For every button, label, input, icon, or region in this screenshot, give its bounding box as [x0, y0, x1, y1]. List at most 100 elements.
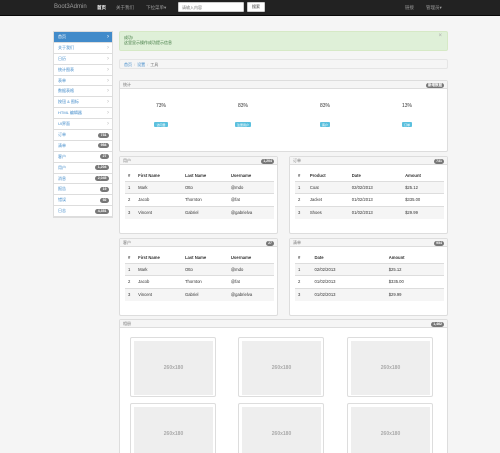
- table-cell: @mdo: [227, 262, 274, 276]
- sidebar-item[interactable]: 表单 ›: [54, 76, 112, 87]
- sidebar-item-label: 首页: [58, 34, 66, 39]
- sidebar-item[interactable]: 日志 4,351: [54, 206, 112, 218]
- thumbnail[interactable]: 260x180: [347, 337, 433, 397]
- sidebar-item[interactable]: 关于我们 ›: [54, 43, 112, 54]
- count-badge: 19: [100, 186, 109, 192]
- chevron-right-icon: ›: [107, 77, 109, 84]
- column-header: #: [125, 253, 136, 264]
- column-header: Date: [311, 253, 386, 264]
- count-badge: 2,045: [95, 176, 109, 182]
- lists-panel: 清单 954 # Date Amount 1 02/02/2013 $25.12 2 01/02…: [289, 238, 448, 316]
- thumbnail[interactable]: 260x180: [238, 337, 324, 397]
- panel-title: 订单: [293, 158, 301, 163]
- nav-home[interactable]: 首页: [97, 5, 106, 11]
- customers-table: # First Name Last Name Username 1 Mark Otto @md…: [125, 253, 274, 301]
- table-row: 3 01/02/2013 $29.99: [295, 287, 444, 301]
- chevron-right-icon: ›: [107, 55, 109, 62]
- column-header: Product: [306, 171, 349, 182]
- count-badge: 731: [98, 132, 109, 138]
- sidebar-item[interactable]: 订单 731: [54, 130, 112, 141]
- search-button[interactable]: 搜索: [247, 2, 265, 12]
- column-header: Username: [227, 171, 274, 182]
- sidebar-item-label: 报告: [58, 186, 66, 192]
- table-cell: $25.12: [385, 262, 444, 276]
- table-cell: 02/02/2013: [348, 180, 403, 194]
- brand-logo[interactable]: Boot3Admin: [54, 4, 87, 10]
- sidebar-item[interactable]: 数据表格 ›: [54, 86, 112, 98]
- chevron-right-icon: ›: [107, 44, 109, 51]
- nav-about[interactable]: 关于我们: [116, 5, 134, 11]
- table-cell: Mark: [135, 180, 182, 194]
- table-cell: 3: [295, 287, 312, 301]
- sidebar-item[interactable]: 客户 27: [54, 152, 112, 163]
- status-badge: 731: [434, 158, 444, 164]
- panel-title: 相册: [123, 321, 131, 326]
- table-cell: Jacket: [306, 193, 349, 206]
- sidebar: 首页 › 关于我们 › 日历 › 统计图表 › 表单 › 数据表格 › 按钮 & 图标 › HTML 编辑器…: [53, 31, 113, 219]
- nav-admin-dropdown[interactable]: 管理员▾: [426, 5, 442, 11]
- thumbnail[interactable]: 260x180: [130, 403, 216, 453]
- chevron-right-icon: ›: [107, 110, 109, 117]
- table-cell: Mark: [135, 262, 182, 276]
- table-row: 1 Mark Otto @mdo: [125, 180, 274, 194]
- sidebar-item[interactable]: 首页 ›: [54, 32, 112, 43]
- table-cell: Otto: [181, 180, 228, 194]
- sidebar-item[interactable]: 日历 ›: [54, 54, 112, 65]
- status-badge: 新增数据: [426, 82, 444, 88]
- search-input[interactable]: [178, 2, 244, 12]
- sidebar-item-label: 用户: [58, 164, 66, 170]
- nav-link[interactable]: 链接: [405, 5, 414, 11]
- thumbnail[interactable]: 260x180: [238, 403, 324, 453]
- stat-item: 83% 客户: [295, 103, 355, 128]
- table-cell: 02/02/2013: [311, 262, 386, 276]
- status-badge: 1,462: [431, 321, 444, 327]
- sidebar-item-label: 错误: [58, 197, 66, 203]
- table-row: 3 Shoes 01/02/2013 $29.99: [295, 205, 444, 219]
- close-icon[interactable]: ×: [438, 33, 442, 39]
- count-badge: 1,204: [95, 165, 109, 171]
- sidebar-item[interactable]: 按钮 & 图标 ›: [54, 97, 112, 109]
- thumbnail-image: 260x180: [134, 407, 213, 453]
- table-cell: Thornton: [181, 275, 228, 288]
- nav-dropdown[interactable]: 下拉菜单▾: [146, 5, 166, 11]
- table-cell: $25.12: [402, 180, 444, 194]
- thumbnail[interactable]: 260x180: [130, 337, 216, 397]
- sidebar-item[interactable]: 报告 19: [54, 184, 112, 196]
- users-table: # First Name Last Name Username 1 Mark Otto @md…: [125, 171, 274, 219]
- count-badge: 4,351: [95, 208, 109, 214]
- table-row: 2 Jacket 01/02/2013 $335.00: [295, 193, 444, 206]
- breadcrumb-library[interactable]: 设置: [137, 62, 145, 67]
- sidebar-item[interactable]: UI界面 ›: [54, 119, 112, 131]
- table-cell: 01/02/2013: [348, 193, 403, 206]
- sidebar-item[interactable]: 统计图表 ›: [54, 65, 112, 76]
- sidebar-item[interactable]: 错误 92: [54, 195, 112, 207]
- sidebar-item[interactable]: 用户 1,204: [54, 163, 112, 174]
- orders-table: # Product Date Amount 1 Coat 02/02/2013 $25.12 2…: [295, 171, 444, 219]
- column-header: #: [295, 171, 307, 182]
- sidebar-item[interactable]: HTML 编辑器 ›: [54, 108, 112, 120]
- table-cell: Vincent: [135, 287, 182, 301]
- sidebar-item-label: 客户: [58, 153, 66, 159]
- sidebar-item-label: 消息: [58, 175, 66, 181]
- sidebar-item[interactable]: 清单 954: [54, 141, 112, 152]
- sidebar-item-label: 日志: [58, 208, 66, 214]
- stat-value: 13%: [401, 103, 412, 109]
- sidebar-item-label: 表单: [58, 77, 66, 83]
- stat-label: 注册用户: [234, 122, 251, 127]
- count-badge: 27: [100, 154, 109, 160]
- sidebar-item-label: HTML 编辑器: [58, 110, 82, 116]
- column-header: Amount: [402, 171, 444, 182]
- status-badge: 954: [434, 240, 444, 246]
- chevron-right-icon: ›: [107, 34, 109, 40]
- stat-item: 13% 订单: [377, 103, 437, 128]
- breadcrumb-home[interactable]: 首页: [124, 62, 132, 67]
- users-panel: 用户 1,204 # First Name Last Name Username 1 Mar…: [119, 156, 278, 234]
- stats-panel: 统计 新增数据 73% 访问量 83% 注册用户 83% 客户 13% 订单: [119, 80, 448, 152]
- status-badge: 1,204: [261, 158, 274, 164]
- thumbnail-image: 260x180: [134, 341, 213, 395]
- table-cell: Shoes: [306, 205, 349, 219]
- thumbnail[interactable]: 260x180: [347, 403, 433, 453]
- table-cell: 01/02/2013: [311, 275, 386, 288]
- chevron-right-icon: ›: [107, 66, 109, 73]
- sidebar-item[interactable]: 消息 2,045: [54, 174, 112, 185]
